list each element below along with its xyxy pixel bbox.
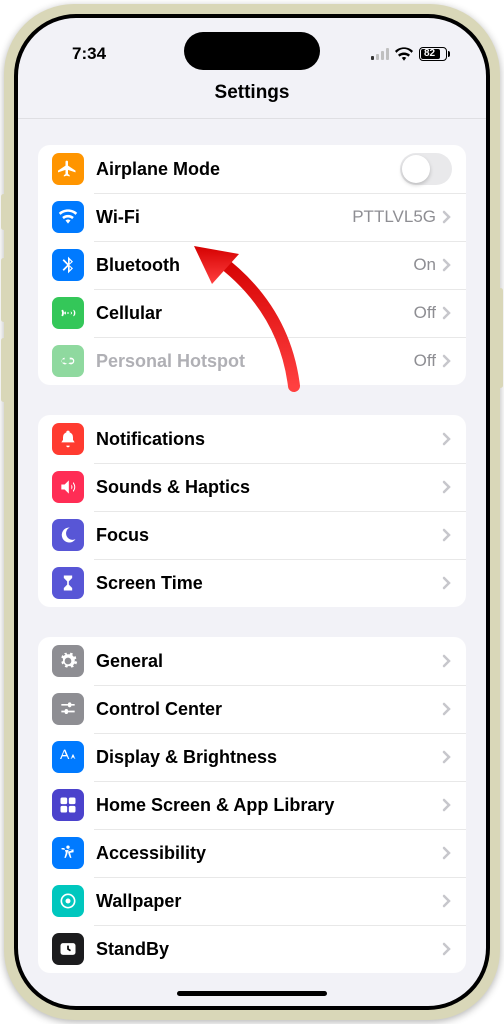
row-label: Accessibility — [96, 843, 442, 864]
connectivity-section: Airplane Mode Wi-Fi PTTLVL5G — [38, 145, 466, 385]
page-title: Settings — [18, 76, 486, 119]
control-center-row[interactable]: Control Center — [38, 685, 466, 733]
standby-row[interactable]: StandBy — [38, 925, 466, 973]
mute-switch[interactable] — [1, 194, 6, 230]
row-label: Control Center — [96, 699, 442, 720]
row-label: Cellular — [96, 303, 414, 324]
row-value: PTTLVL5G — [352, 207, 436, 227]
chevron-icon — [442, 354, 452, 368]
screentime-row[interactable]: Screen Time — [38, 559, 466, 607]
chevron-icon — [442, 210, 452, 224]
row-value: On — [413, 255, 436, 275]
accessibility-row[interactable]: Accessibility — [38, 829, 466, 877]
row-label: Airplane Mode — [96, 159, 400, 180]
chevron-icon — [442, 258, 452, 272]
airplane-icon — [52, 153, 84, 185]
row-label: Focus — [96, 525, 442, 546]
chevron-icon — [442, 528, 452, 542]
chevron-icon — [442, 942, 452, 956]
chevron-icon — [442, 480, 452, 494]
airplane-toggle[interactable] — [400, 153, 452, 185]
wallpaper-icon — [52, 885, 84, 917]
hotspot-icon — [52, 345, 84, 377]
row-label: Sounds & Haptics — [96, 477, 442, 498]
focus-row[interactable]: Focus — [38, 511, 466, 559]
home-screen-row[interactable]: Home Screen & App Library — [38, 781, 466, 829]
moon-icon — [52, 519, 84, 551]
bluetooth-icon — [52, 249, 84, 281]
chevron-icon — [442, 702, 452, 716]
battery-icon: 82 — [419, 47, 450, 61]
power-button[interactable] — [498, 288, 503, 388]
row-value: Off — [414, 351, 436, 371]
row-label: Screen Time — [96, 573, 442, 594]
notifications-section: Notifications Sounds & Haptics — [38, 415, 466, 607]
row-label: Wi-Fi — [96, 207, 352, 228]
home-indicator[interactable] — [177, 991, 327, 996]
wifi-icon — [52, 201, 84, 233]
chevron-icon — [442, 846, 452, 860]
volume-down-button[interactable] — [1, 338, 6, 402]
screen: 7:34 82 Settings — [18, 18, 486, 1006]
wallpaper-row[interactable]: Wallpaper — [38, 877, 466, 925]
row-value: Off — [414, 303, 436, 323]
phone-bezel: 7:34 82 Settings — [14, 14, 490, 1010]
personal-hotspot-row[interactable]: Personal Hotspot Off — [38, 337, 466, 385]
status-time: 7:34 — [48, 44, 106, 64]
row-label: General — [96, 651, 442, 672]
sliders-icon — [52, 693, 84, 725]
display-row[interactable]: Display & Brightness — [38, 733, 466, 781]
chevron-icon — [442, 750, 452, 764]
row-label: Home Screen & App Library — [96, 795, 442, 816]
chevron-icon — [442, 654, 452, 668]
clock-icon — [52, 933, 84, 965]
airplane-mode-row[interactable]: Airplane Mode — [38, 145, 466, 193]
text-size-icon — [52, 741, 84, 773]
cellular-icon — [52, 297, 84, 329]
cell-signal-icon — [371, 48, 389, 60]
accessibility-icon — [52, 837, 84, 869]
notifications-row[interactable]: Notifications — [38, 415, 466, 463]
row-label: Bluetooth — [96, 255, 413, 276]
row-label: Display & Brightness — [96, 747, 442, 768]
dynamic-island — [184, 32, 320, 70]
chevron-icon — [442, 576, 452, 590]
volume-up-button[interactable] — [1, 258, 6, 322]
chevron-icon — [442, 306, 452, 320]
bluetooth-row[interactable]: Bluetooth On — [38, 241, 466, 289]
wifi-icon — [395, 47, 413, 61]
chevron-icon — [442, 798, 452, 812]
settings-content: Airplane Mode Wi-Fi PTTLVL5G — [18, 119, 486, 973]
row-label: Notifications — [96, 429, 442, 450]
row-label: Wallpaper — [96, 891, 442, 912]
row-label: StandBy — [96, 939, 442, 960]
cellular-row[interactable]: Cellular Off — [38, 289, 466, 337]
general-row[interactable]: General — [38, 637, 466, 685]
grid-icon — [52, 789, 84, 821]
bell-icon — [52, 423, 84, 455]
speaker-icon — [52, 471, 84, 503]
chevron-icon — [442, 432, 452, 446]
general-section: General Control Center D — [38, 637, 466, 973]
wifi-row[interactable]: Wi-Fi PTTLVL5G — [38, 193, 466, 241]
row-label: Personal Hotspot — [96, 351, 414, 372]
chevron-icon — [442, 894, 452, 908]
gear-icon — [52, 645, 84, 677]
hourglass-icon — [52, 567, 84, 599]
sounds-row[interactable]: Sounds & Haptics — [38, 463, 466, 511]
phone-frame: 7:34 82 Settings — [4, 4, 500, 1020]
